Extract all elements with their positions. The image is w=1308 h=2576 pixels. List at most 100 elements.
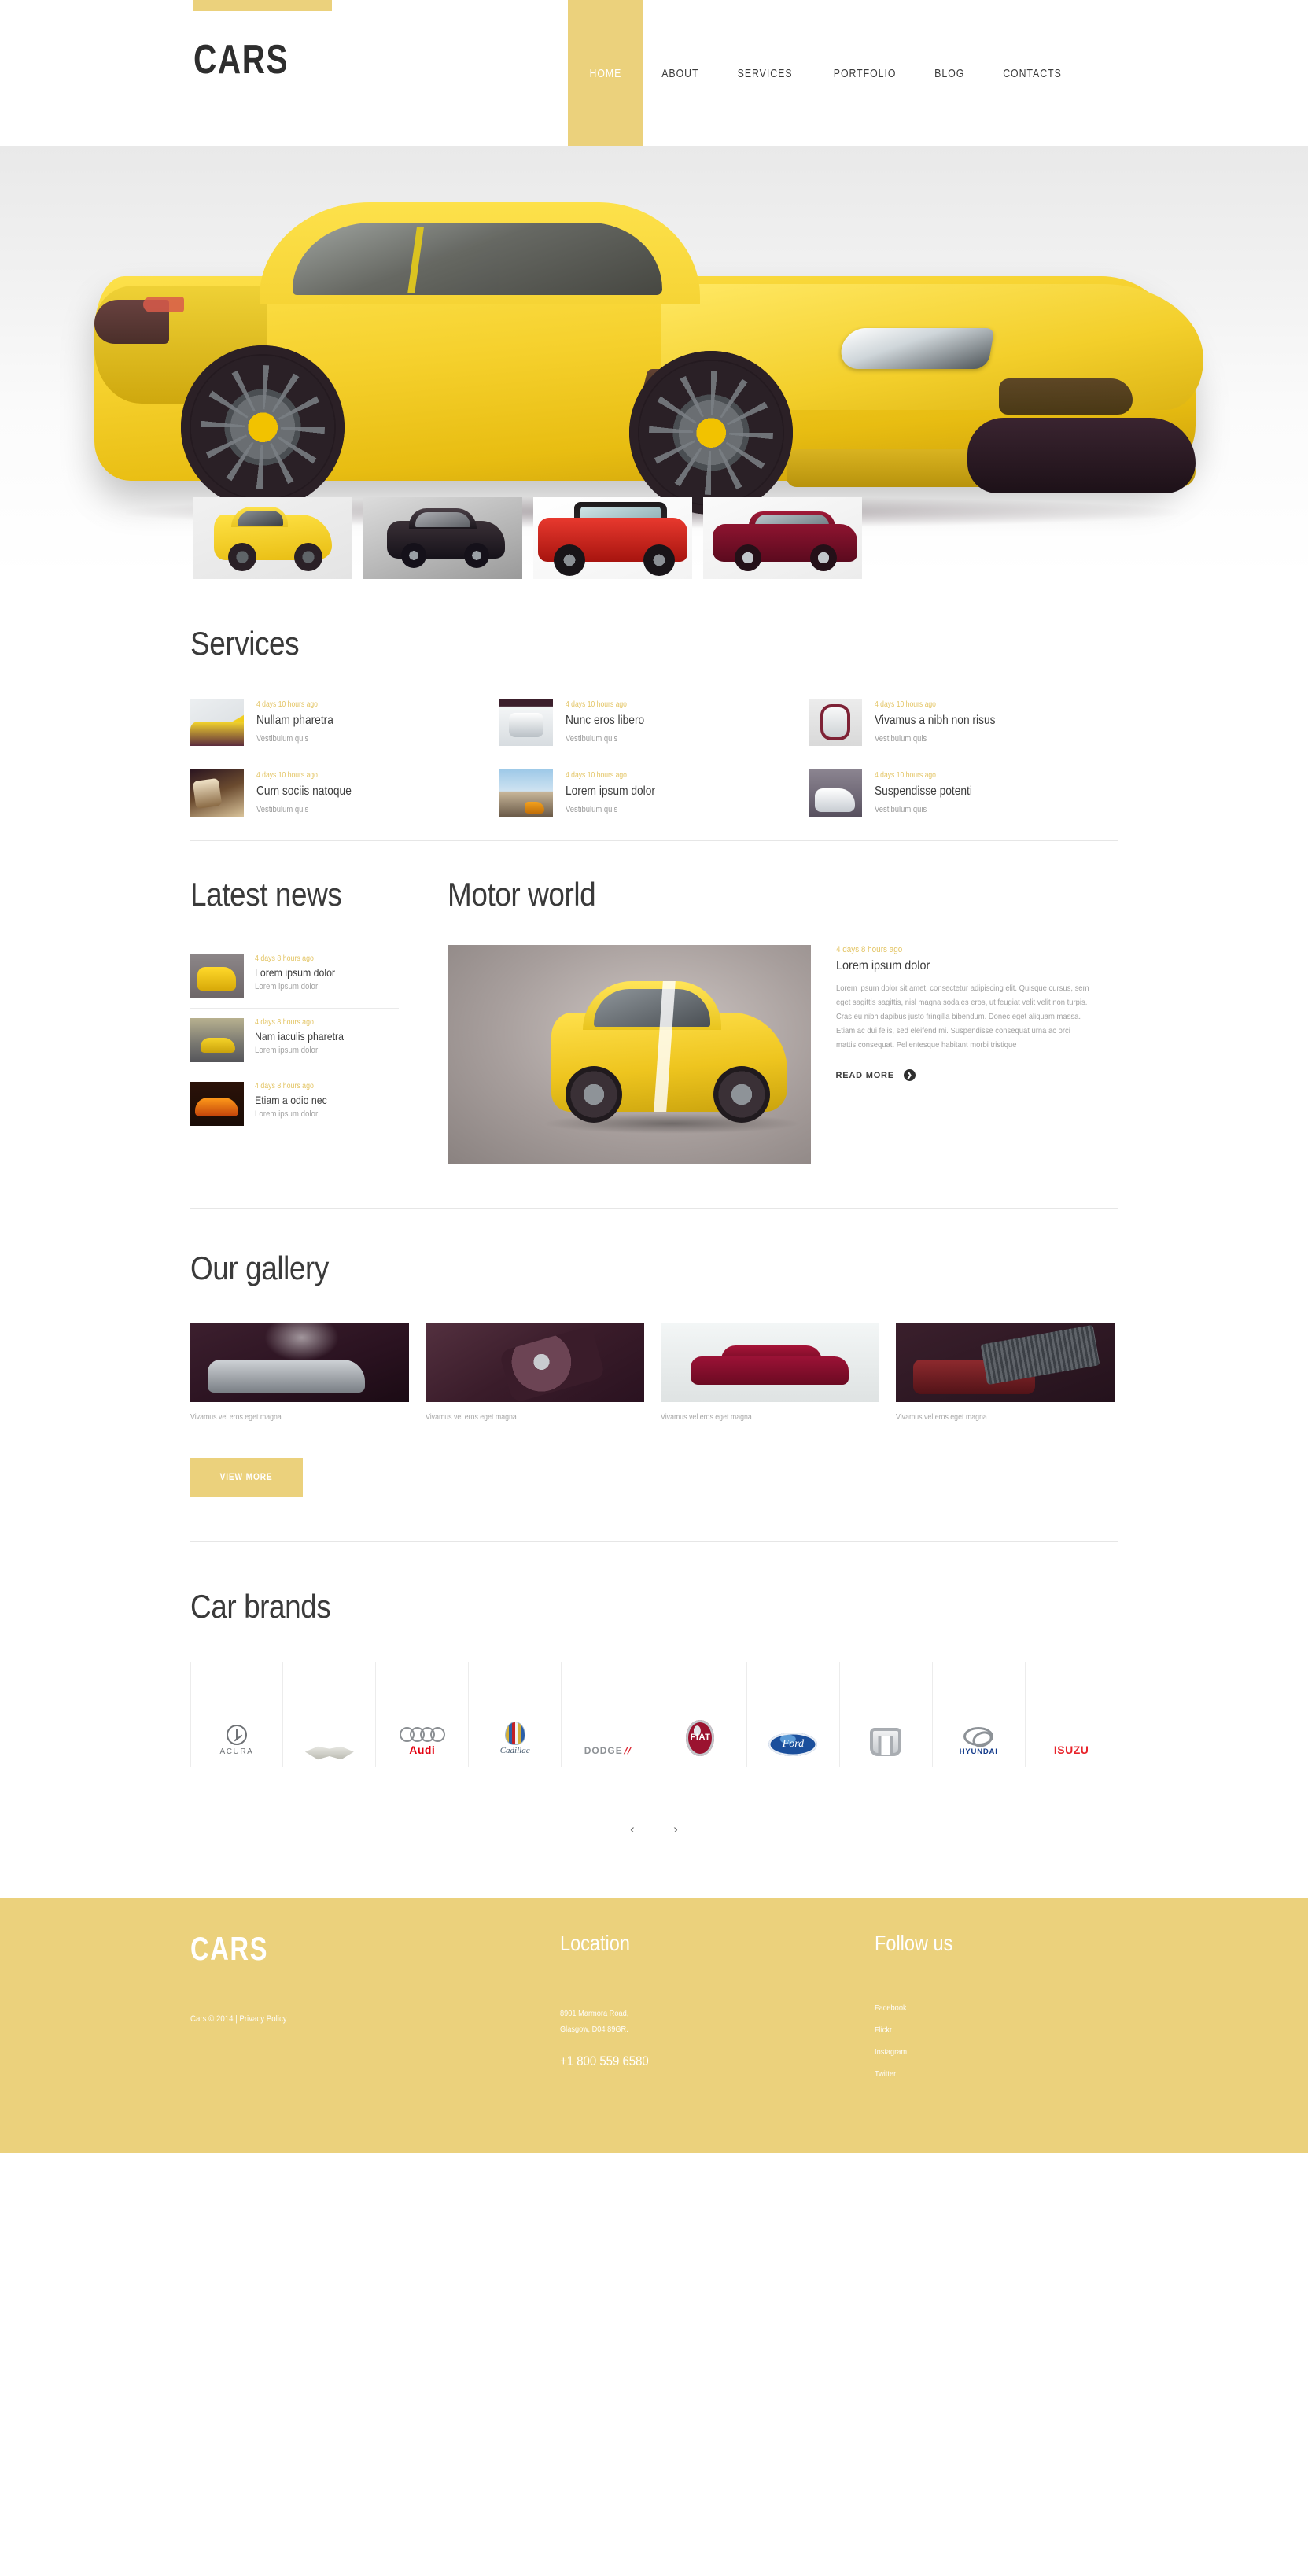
audi-label: Audi [409, 1744, 436, 1757]
social-link-facebook[interactable]: Facebook [875, 2003, 1118, 2013]
service-name[interactable]: Suspendisse potenti [875, 784, 988, 799]
brand-item-cadillac[interactable]: Cadillac [469, 1662, 562, 1767]
hero-thumb-1[interactable] [193, 497, 352, 579]
service-thumbnail [190, 699, 244, 746]
service-date: 4 days 10 hours ago [875, 700, 937, 709]
footer-copyright[interactable]: Cars © 2014 | Privacy Policy [190, 2014, 560, 2024]
brand-item-audi[interactable]: Audi [376, 1662, 470, 1767]
isuzu-logo-icon: ISUZU [1054, 1744, 1089, 1756]
gallery-image[interactable] [660, 1323, 879, 1402]
social-link-instagram[interactable]: Instagram [875, 2047, 1118, 2057]
footer-address: 8901 Marmora Road, Glasgow, D04 89GR. [560, 2006, 875, 2038]
latest-news-column: Latest news 4 days 8 hours ago Lorem ips… [190, 876, 399, 1164]
service-item[interactable]: 4 days 10 hours ago Cum sociis natoque V… [190, 769, 499, 817]
hero-thumb-2[interactable] [363, 497, 522, 579]
service-name[interactable]: Cum sociis natoque [256, 784, 367, 799]
service-subtitle: Vestibulum quis [256, 805, 308, 814]
view-more-button[interactable]: VIEW MORE [190, 1458, 303, 1497]
arrow-right-icon: ❯ [903, 1069, 916, 1082]
motor-world-date: 4 days 8 hours ago [835, 945, 902, 954]
footer-brand-column: CARS Cars © 2014 | Privacy Policy [190, 1932, 560, 2091]
gallery-caption: Vivamus vel eros eget magna [660, 1413, 752, 1422]
news-item[interactable]: 4 days 8 hours ago Lorem ipsum dolor Lor… [190, 945, 399, 1009]
nav-item-about[interactable]: ABOUT [643, 0, 717, 146]
address-line-2: Glasgow, D04 89GR. [559, 2024, 628, 2034]
read-more-button[interactable]: READ MORE ❯ [836, 1069, 1118, 1082]
news-title[interactable]: Etiam a odio nec [255, 1094, 337, 1106]
nav-label-blog: BLOG [934, 66, 965, 80]
footer-location-title: Location [559, 1931, 630, 1955]
brand-item-honda[interactable] [840, 1662, 933, 1767]
nav-item-portfolio[interactable]: PORTFOLIO [812, 0, 917, 146]
service-item[interactable]: 4 days 10 hours ago Nullam pharetra Vest… [190, 699, 499, 746]
service-name[interactable]: Vivamus a nibh non risus [875, 714, 1015, 728]
address-line-1: 8901 Marmora Road, [559, 2009, 628, 2018]
news-date: 4 days 8 hours ago [254, 1018, 314, 1027]
hyundai-label: HYUNDAI [959, 1747, 998, 1757]
ford-logo-icon: Ford [768, 1733, 818, 1756]
social-link-twitter[interactable]: Twitter [875, 2069, 1118, 2079]
gallery-image[interactable] [425, 1323, 644, 1402]
brand-item-ford[interactable]: Ford [747, 1662, 840, 1767]
motor-world-post-title[interactable]: Lorem ipsum dolor [836, 959, 1118, 973]
gallery-caption: Vivamus vel eros eget magna [895, 1413, 987, 1422]
brand-item-fiat[interactable]: FIAT [654, 1662, 747, 1767]
page-root: CARS HOME ABOUT SERVICES PORTFOLIO BLOG … [0, 0, 1308, 2153]
isuzu-label: ISUZU [1053, 1744, 1089, 1757]
hero-thumb-4[interactable] [703, 497, 862, 579]
nav-item-contacts[interactable]: CONTACTS [982, 0, 1082, 146]
news-item[interactable]: 4 days 8 hours ago Etiam a odio nec Lore… [190, 1072, 399, 1135]
gallery-item[interactable]: Vivamus vel eros eget magna [190, 1323, 409, 1422]
gallery-item[interactable]: Vivamus vel eros eget magna [660, 1323, 879, 1422]
service-name[interactable]: Lorem ipsum dolor [566, 784, 670, 799]
latest-news-title: Latest news [190, 876, 342, 913]
services-section: Services 4 days 10 hours ago Nullam phar… [190, 579, 1118, 840]
gallery-image[interactable] [895, 1323, 1115, 1402]
footer-location-column: Location 8901 Marmora Road, Glasgow, D04… [560, 1932, 875, 2091]
gallery-section: Our gallery Vivamus vel eros eget magna … [190, 1209, 1118, 1497]
service-name[interactable]: Nullam pharetra [256, 714, 346, 728]
gallery-image[interactable] [190, 1323, 409, 1402]
audi-logo-icon: Audi [399, 1727, 445, 1757]
nav-item-services[interactable]: SERVICES [717, 0, 812, 146]
hero-slider [0, 146, 1308, 579]
social-link-flickr[interactable]: Flickr [875, 2025, 1118, 2035]
service-item[interactable]: 4 days 10 hours ago Suspendisse potenti … [809, 769, 1118, 817]
hero-thumb-3[interactable] [533, 497, 692, 579]
brand-item-hyundai[interactable]: HYUNDAI [933, 1662, 1026, 1767]
service-item[interactable]: 4 days 10 hours ago Lorem ipsum dolor Ve… [499, 769, 809, 817]
gallery-item[interactable]: Vivamus vel eros eget magna [895, 1323, 1115, 1422]
brand-item-dodge[interactable]: DODGE// [562, 1662, 655, 1767]
footer-logo[interactable]: CARS [190, 1932, 560, 1965]
news-and-motor-section: Latest news 4 days 8 hours ago Lorem ips… [190, 841, 1118, 1164]
service-date: 4 days 10 hours ago [256, 700, 318, 709]
brand-item-acura[interactable]: ACURA [190, 1662, 284, 1767]
hyundai-logo-icon: HYUNDAI [960, 1727, 998, 1756]
chevron-right-icon: › [673, 1821, 678, 1836]
acura-label: ACURA [219, 1747, 254, 1756]
carousel-prev-button[interactable]: ‹ [611, 1811, 654, 1847]
footer-phone[interactable]: +1 800 559 6580 [560, 2054, 875, 2069]
brand-item-aston-martin[interactable] [283, 1662, 377, 1767]
aston-martin-logo-icon [304, 1746, 354, 1760]
nav-item-blog[interactable]: BLOG [917, 0, 982, 146]
fiat-label: FIAT [690, 1733, 711, 1743]
carousel-next-button[interactable]: › [654, 1811, 697, 1847]
footer-social-links: Facebook Flickr Instagram Twitter [875, 2003, 1118, 2079]
service-item[interactable]: 4 days 10 hours ago Nunc eros libero Ves… [499, 699, 809, 746]
service-date: 4 days 10 hours ago [875, 771, 937, 780]
gallery-item[interactable]: Vivamus vel eros eget magna [425, 1323, 644, 1422]
service-thumbnail [499, 769, 553, 817]
news-item[interactable]: 4 days 8 hours ago Nam iaculis pharetra … [190, 1009, 399, 1072]
service-item[interactable]: 4 days 10 hours ago Vivamus a nibh non r… [809, 699, 1118, 746]
service-name[interactable]: Nunc eros libero [566, 714, 658, 728]
news-subtitle: Lorem ipsum dolor [254, 982, 318, 991]
service-thumbnail [190, 769, 244, 817]
news-title[interactable]: Nam iaculis pharetra [255, 1030, 356, 1043]
nav-item-home[interactable]: HOME [568, 0, 643, 146]
brand-item-isuzu[interactable]: ISUZU [1026, 1662, 1118, 1767]
site-logo[interactable]: CARS [193, 39, 289, 80]
news-subtitle: Lorem ipsum dolor [254, 1109, 318, 1119]
brand-carousel-nav: ‹ › [190, 1811, 1118, 1847]
news-title[interactable]: Lorem ipsum dolor [255, 966, 346, 979]
